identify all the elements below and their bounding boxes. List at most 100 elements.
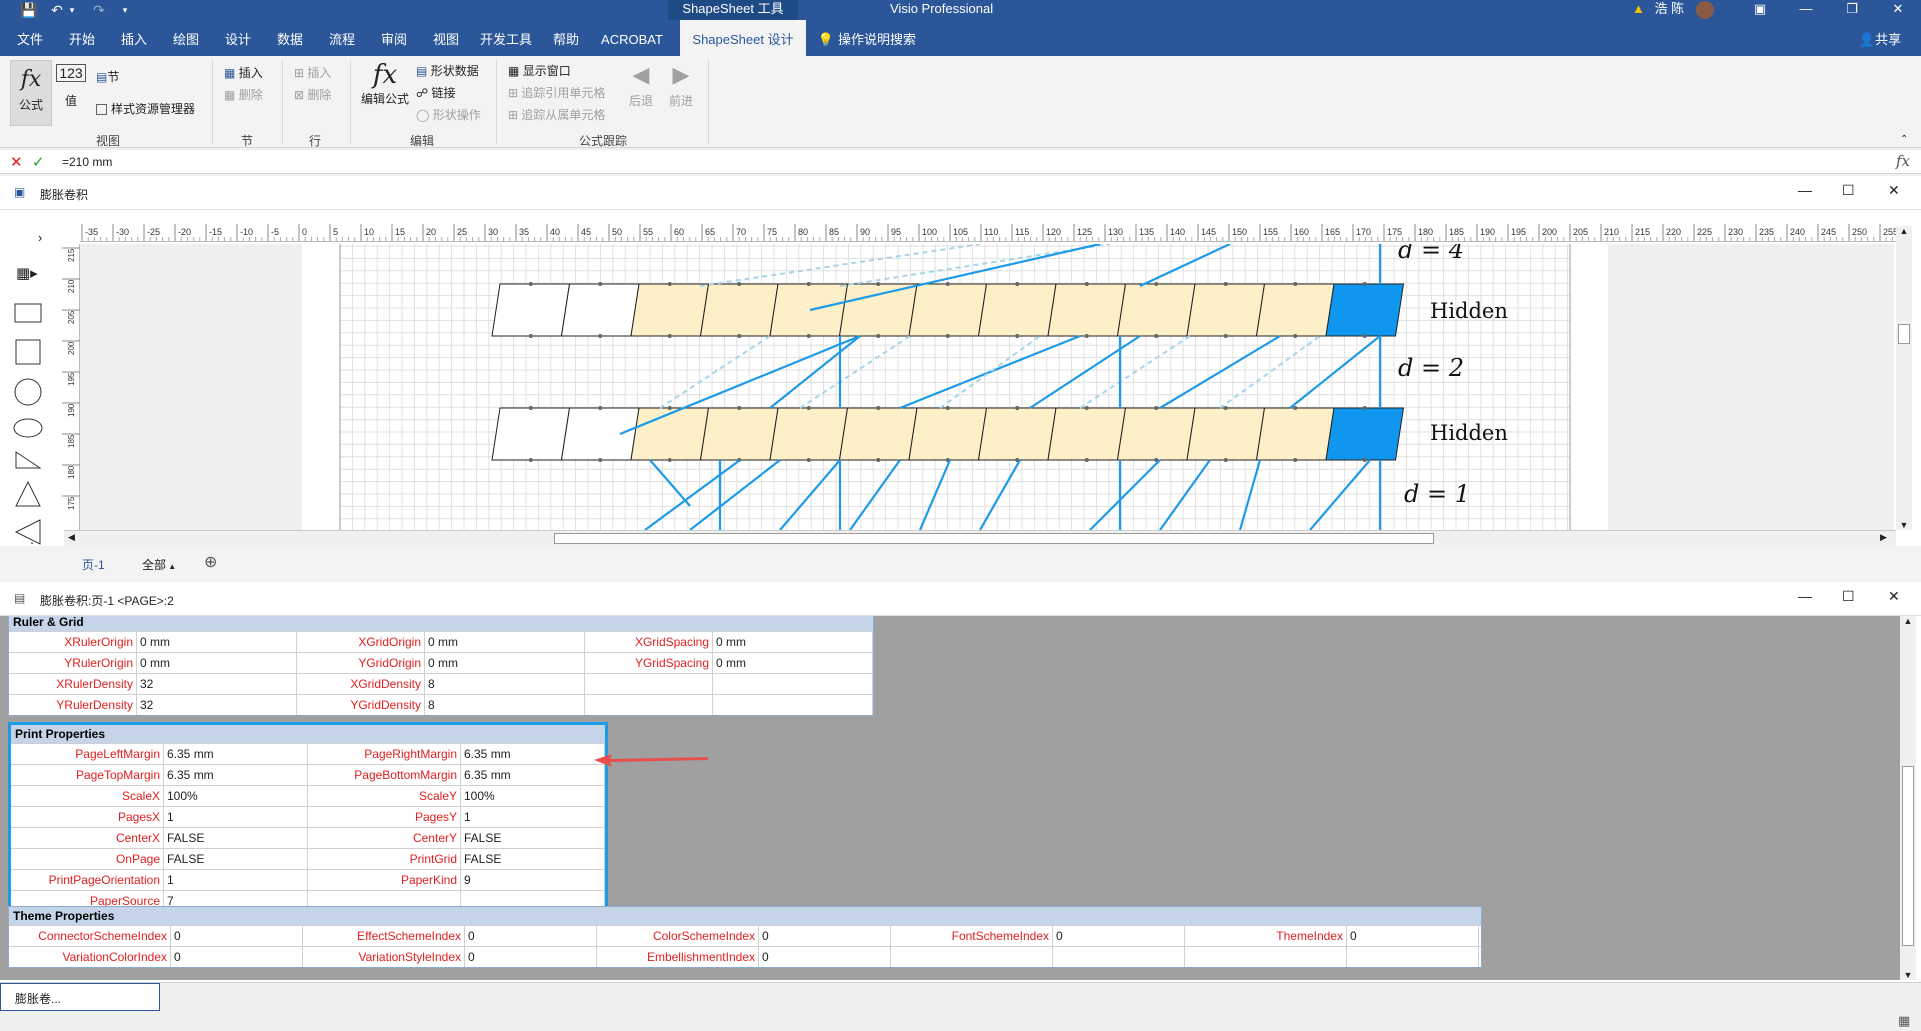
cell-name[interactable] [891, 947, 1053, 967]
customize-qat-icon[interactable]: ▾ [118, 0, 132, 20]
tab-view[interactable]: 视图 [424, 20, 468, 56]
tab-process[interactable]: 流程 [320, 20, 364, 56]
cell-value[interactable]: 0 [171, 926, 303, 946]
formula-input[interactable]: =210 mm [62, 155, 112, 169]
cell-name[interactable]: ThemeIndex [1185, 926, 1347, 946]
cell-name[interactable]: VariationStyleIndex [303, 947, 465, 967]
cell-name[interactable]: XRulerOrigin [9, 632, 137, 652]
ellipse-shape-icon[interactable] [13, 418, 43, 438]
cell-value[interactable]: 6.35 mm [461, 765, 605, 785]
rectangle-shape-icon[interactable] [14, 303, 42, 323]
tab-draw[interactable]: 绘图 [164, 20, 208, 56]
trace-precedents-button[interactable]: ⊞ 追踪引用单元格 [508, 84, 605, 101]
minimize-icon[interactable]: — [1783, 0, 1829, 20]
switch-windows-icon[interactable]: ▦ [1898, 1013, 1910, 1029]
tab-acrobat[interactable]: ACROBAT [598, 20, 666, 56]
close-icon[interactable]: ✕ [1888, 588, 1900, 605]
tab-review[interactable]: 审阅 [372, 20, 416, 56]
scroll-left-icon[interactable]: ◀ [68, 532, 75, 543]
cell-value[interactable]: FALSE [164, 828, 308, 848]
add-page-icon[interactable]: ⊕ [204, 552, 217, 572]
scroll-up-icon[interactable]: ▲ [1900, 616, 1916, 626]
scroll-down-icon[interactable]: ▼ [1896, 520, 1912, 530]
link-button[interactable]: ☍ 链接 [416, 84, 456, 101]
cell-value[interactable]: 0 [171, 947, 303, 967]
right-triangle-shape-icon[interactable] [15, 451, 42, 469]
user-area[interactable]: ▲ 浩 陈 [1632, 0, 1714, 20]
cell-value[interactable] [1347, 947, 1479, 967]
tab-shapesheet-design[interactable]: ShapeSheet 设计 [680, 20, 806, 56]
minimize-icon[interactable]: — [1798, 588, 1812, 604]
cell-value[interactable]: 6.35 mm [461, 744, 605, 764]
forward-button[interactable]: ▶ 前进 [666, 62, 696, 109]
status-page-label[interactable]: 膨胀卷... [0, 983, 160, 1011]
cell-value[interactable]: 0 [1347, 926, 1479, 946]
scroll-down-icon[interactable]: ▼ [1900, 970, 1916, 980]
shapesheet-vscroll[interactable]: ▲ ▼ [1900, 616, 1916, 980]
cell-name[interactable]: EmbellishmentIndex [597, 947, 759, 967]
cell-name[interactable]: VariationColorIndex [9, 947, 171, 967]
cell-name[interactable]: PaperKind [308, 870, 461, 890]
tab-design[interactable]: 设计 [216, 20, 260, 56]
close-icon[interactable]: ✕ [1875, 0, 1921, 20]
square-shape-icon[interactable] [15, 339, 41, 365]
cell-value[interactable]: 32 [137, 695, 297, 715]
cell-value[interactable]: 100% [461, 786, 605, 806]
cell-name[interactable]: XGridSpacing [585, 632, 713, 652]
section-view-button[interactable]: ▤节 [96, 68, 119, 85]
section-header[interactable]: Print Properties [11, 725, 605, 743]
cell-value[interactable]: 0 mm [713, 653, 873, 673]
close-icon[interactable]: ✕ [1888, 182, 1900, 199]
cell-name[interactable]: YGridSpacing [585, 653, 713, 673]
scroll-thumb[interactable] [1902, 766, 1914, 946]
cell-value[interactable] [1053, 947, 1185, 967]
scroll-thumb[interactable] [1898, 324, 1910, 344]
page-tab-1[interactable]: 页-1 [82, 556, 105, 573]
cell-value[interactable]: 0 mm [425, 653, 585, 673]
tab-insert[interactable]: 插入 [112, 20, 156, 56]
redo-icon[interactable]: ↷ [88, 0, 110, 20]
drawing-canvas[interactable]: d = 4 Hidden d = 2 Hidden d = 1 [80, 244, 1894, 530]
cell-name[interactable] [585, 674, 713, 694]
cell-name[interactable]: YGridDensity [297, 695, 425, 715]
back-button[interactable]: ◀ 后退 [626, 62, 656, 109]
cell-value[interactable]: 8 [425, 695, 585, 715]
cell-value[interactable] [713, 674, 873, 694]
collapse-ribbon-icon[interactable]: ⌃ [1900, 134, 1908, 145]
tab-file[interactable]: 文件 [8, 20, 52, 56]
cell-value[interactable]: 0 mm [425, 632, 585, 652]
cell-value[interactable]: 32 [137, 674, 297, 694]
cell-name[interactable]: PrintGrid [308, 849, 461, 869]
insert-section-button[interactable]: ▦ 插入 [224, 64, 263, 81]
shape-data-button[interactable]: ▤ 形状数据 [416, 62, 479, 79]
cell-value[interactable]: 0 [465, 947, 597, 967]
formula-button[interactable]: fx 公式 [10, 60, 52, 126]
style-explorer-checkbox[interactable]: 样式资源管理器 [96, 100, 195, 117]
cell-value[interactable]: FALSE [461, 828, 605, 848]
cell-name[interactable]: ScaleY [308, 786, 461, 806]
cell-name[interactable]: EffectSchemeIndex [303, 926, 465, 946]
ribbon-display-icon[interactable]: ▣ [1737, 0, 1783, 20]
trace-dependents-button[interactable]: ⊞ 追踪从属单元格 [508, 106, 605, 123]
cell-value[interactable]: 0 [759, 947, 891, 967]
delete-row-button[interactable]: ⊠ 删除 [294, 86, 331, 103]
cell-value[interactable]: 1 [164, 807, 308, 827]
cell-value[interactable]: 1 [461, 807, 605, 827]
cell-value[interactable]: 0 [759, 926, 891, 946]
cell-value[interactable]: 0 [1053, 926, 1185, 946]
dilated-conv-diagram[interactable]: d = 4 Hidden d = 2 Hidden d = 1 [80, 244, 1894, 530]
cell-name[interactable]: PagesX [11, 807, 164, 827]
share-button[interactable]: 👤共享 [1850, 20, 1910, 56]
cell-name[interactable]: YGridOrigin [297, 653, 425, 673]
undo-icon[interactable]: ↶ [46, 0, 68, 20]
scroll-right-icon[interactable]: ▶ [1880, 532, 1887, 543]
cell-name[interactable]: CenterY [308, 828, 461, 848]
cell-name[interactable]: PrintPageOrientation [11, 870, 164, 890]
save-icon[interactable]: 💾 [18, 0, 40, 20]
cell-value[interactable]: 100% [164, 786, 308, 806]
restore-icon[interactable]: ☐ [1842, 588, 1855, 605]
cell-name[interactable]: CenterX [11, 828, 164, 848]
show-window-button[interactable]: ▦ 显示窗口 [508, 62, 571, 79]
cell-value[interactable]: 0 mm [137, 632, 297, 652]
undo-dropdown-icon[interactable]: ▾ [66, 0, 78, 20]
